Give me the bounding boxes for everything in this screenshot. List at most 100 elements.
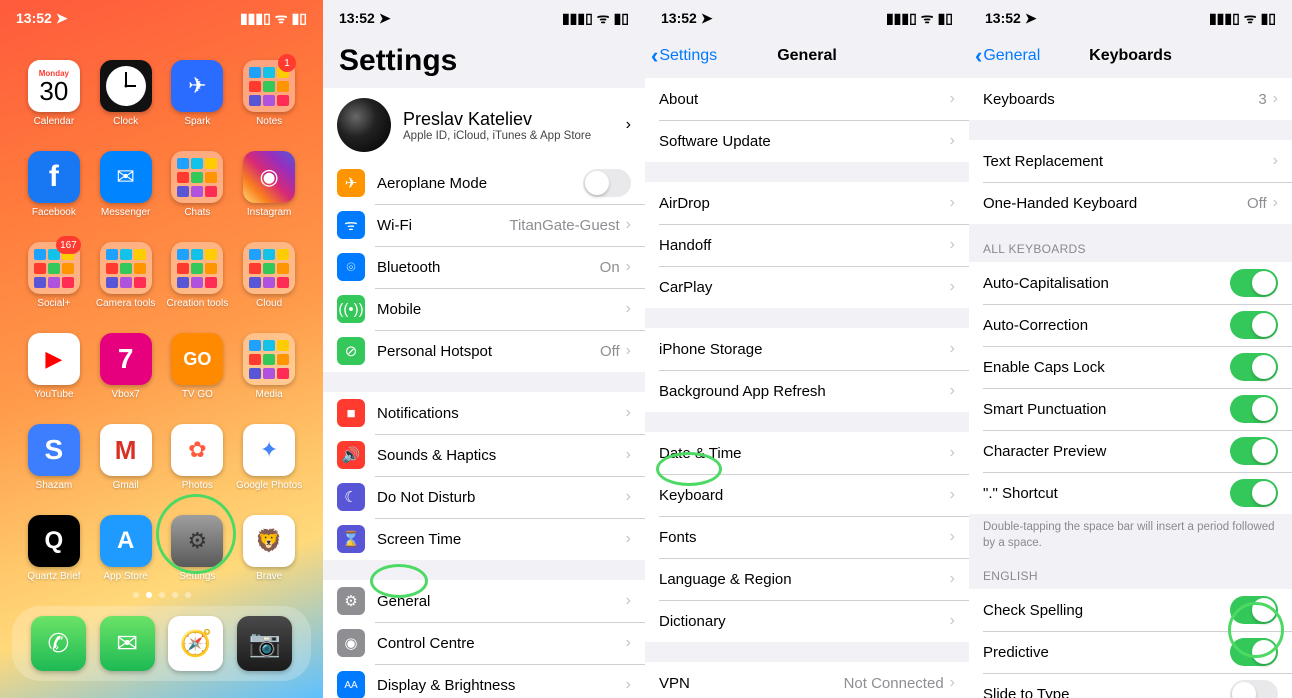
status-bar: 13:52➤ ▮▮▮▯ᯤ▮▯ (323, 0, 645, 34)
settings-row-wi-fi[interactable]: ᯤWi-FiTitanGate-Guest› (323, 204, 645, 246)
toggle[interactable] (1230, 638, 1278, 666)
settings-row-personal-hotspot[interactable]: ⊘Personal HotspotOff› (323, 330, 645, 372)
profile-sub: Apple ID, iCloud, iTunes & App Store (403, 130, 591, 142)
row-label: Aeroplane Mode (377, 175, 583, 192)
app-youtube[interactable]: ▶YouTube (18, 333, 90, 400)
general-row-dictionary[interactable]: Dictionary› (645, 600, 969, 642)
general-row-date-time[interactable]: Date & Time› (645, 432, 969, 474)
toggle[interactable] (1230, 395, 1278, 423)
app-google-photos[interactable]: ✦Google Photos (233, 424, 305, 491)
app-quartz-brief[interactable]: QQuartz Brief (18, 515, 90, 582)
row-icon: AA (337, 671, 365, 698)
page-indicator[interactable] (0, 592, 323, 598)
avatar (337, 98, 391, 152)
chevron-right-icon: › (950, 194, 955, 212)
toggle[interactable] (1230, 437, 1278, 465)
kb-row-keyboards[interactable]: Keyboards3› (969, 78, 1292, 120)
app-camera-tools[interactable]: Camera tools (90, 242, 162, 309)
general-row-about[interactable]: About› (645, 78, 969, 120)
chevron-right-icon: › (626, 342, 631, 360)
wifi-icon: ᯤ (275, 9, 288, 28)
general-row-language-region[interactable]: Language & Region› (645, 558, 969, 600)
app-media[interactable]: Media (233, 333, 305, 400)
row-label: Check Spelling (983, 602, 1230, 619)
app-creation-tools[interactable]: Creation tools (162, 242, 234, 309)
settings-row-sounds-haptics[interactable]: 🔊Sounds & Haptics› (323, 434, 645, 476)
settings-row-general[interactable]: ⚙General› (323, 580, 645, 622)
page-title: Settings (323, 34, 645, 88)
settings-row-display-brightness[interactable]: AADisplay & Brightness› (323, 664, 645, 698)
app-messenger[interactable]: ✉Messenger (90, 151, 162, 218)
general-row-vpn[interactable]: VPNNot Connected› (645, 662, 969, 698)
kb-row-smart-punctuation[interactable]: Smart Punctuation (969, 388, 1292, 430)
kb-row--shortcut[interactable]: "." Shortcut (969, 472, 1292, 514)
app-clock[interactable]: Clock (90, 60, 162, 127)
back-button[interactable]: ‹Settings (651, 43, 717, 69)
general-row-keyboard[interactable]: Keyboard› (645, 474, 969, 516)
app-notes[interactable]: Notes1 (233, 60, 305, 127)
toggle[interactable] (583, 169, 631, 197)
kb-row-slide-to-type[interactable]: Slide to Type (969, 673, 1292, 698)
settings-row-do-not-disturb[interactable]: ☾Do Not Disturb› (323, 476, 645, 518)
app-tv-go[interactable]: GOTV GO (162, 333, 234, 400)
apple-id-row[interactable]: Preslav Kateliev Apple ID, iCloud, iTune… (323, 88, 645, 162)
dock-safari[interactable]: 🧭 (168, 616, 223, 671)
general-row-fonts[interactable]: Fonts› (645, 516, 969, 558)
general-row-iphone-storage[interactable]: iPhone Storage› (645, 328, 969, 370)
app-spark[interactable]: ✈Spark (162, 60, 234, 127)
settings-row-mobile[interactable]: ((•))Mobile› (323, 288, 645, 330)
general-row-airdrop[interactable]: AirDrop› (645, 182, 969, 224)
app-settings[interactable]: ⚙Settings (162, 515, 234, 582)
settings-row-screen-time[interactable]: ⌛Screen Time› (323, 518, 645, 560)
toggle[interactable] (1230, 680, 1278, 698)
app-facebook[interactable]: fFacebook (18, 151, 90, 218)
kb-row-text-replacement[interactable]: Text Replacement› (969, 140, 1292, 182)
status-time: 13:52 (16, 10, 52, 26)
app-vbox7[interactable]: 7Vbox7 (90, 333, 162, 400)
toggle[interactable] (1230, 479, 1278, 507)
settings-row-bluetooth[interactable]: ⌾BluetoothOn› (323, 246, 645, 288)
app-calendar[interactable]: Monday30Calendar (18, 60, 90, 127)
app-cloud[interactable]: Cloud (233, 242, 305, 309)
app-label: Quartz Brief (27, 571, 80, 582)
toggle[interactable] (1230, 269, 1278, 297)
back-button[interactable]: ‹General (975, 43, 1040, 69)
settings-row-notifications[interactable]: ■Notifications› (323, 392, 645, 434)
kb-row-auto-capitalisation[interactable]: Auto-Capitalisation (969, 262, 1292, 304)
kb-row-enable-caps-lock[interactable]: Enable Caps Lock (969, 346, 1292, 388)
chevron-right-icon: › (626, 676, 631, 694)
app-shazam[interactable]: SShazam (18, 424, 90, 491)
kb-row-auto-correction[interactable]: Auto-Correction (969, 304, 1292, 346)
signal-icon: ▮▮▮▯ (1209, 10, 1240, 27)
app-instagram[interactable]: ◉Instagram (233, 151, 305, 218)
kb-row-predictive[interactable]: Predictive (969, 631, 1292, 673)
dock-messages[interactable]: ✉ (100, 616, 155, 671)
settings-row-control-centre[interactable]: ◉Control Centre› (323, 622, 645, 664)
kb-row-character-preview[interactable]: Character Preview (969, 430, 1292, 472)
app-photos[interactable]: ✿Photos (162, 424, 234, 491)
general-row-handoff[interactable]: Handoff› (645, 224, 969, 266)
kb-row-check-spelling[interactable]: Check Spelling (969, 589, 1292, 631)
toggle[interactable] (1230, 311, 1278, 339)
general-row-software-update[interactable]: Software Update› (645, 120, 969, 162)
app-brave[interactable]: 🦁Brave (233, 515, 305, 582)
row-value: On (600, 259, 620, 276)
toggle[interactable] (1230, 596, 1278, 624)
settings-row-aeroplane-mode[interactable]: ✈Aeroplane Mode (323, 162, 645, 204)
app-app-store[interactable]: AApp Store (90, 515, 162, 582)
general-row-carplay[interactable]: CarPlay› (645, 266, 969, 308)
app-label: Social+ (37, 298, 70, 309)
kb-row-one-handed-keyboard[interactable]: One-Handed KeyboardOff› (969, 182, 1292, 224)
general-row-background-app-refresh[interactable]: Background App Refresh› (645, 370, 969, 412)
app-social+[interactable]: Social+167 (18, 242, 90, 309)
dock-phone[interactable]: ✆ (31, 616, 86, 671)
app-gmail[interactable]: MGmail (90, 424, 162, 491)
nav-title: Keyboards (1089, 47, 1172, 65)
dock-camera[interactable]: 📷 (237, 616, 292, 671)
settings-general: 13:52➤ ▮▮▮▯ᯤ▮▯ ‹Settings General About›S… (645, 0, 969, 698)
status-bar: 13:52➤ ▮▮▮▯ ᯤ ▮▯ (0, 0, 323, 34)
toggle[interactable] (1230, 353, 1278, 381)
row-label: iPhone Storage (659, 341, 944, 358)
app-chats[interactable]: Chats (162, 151, 234, 218)
battery-icon: ▮▯ (1261, 10, 1276, 27)
